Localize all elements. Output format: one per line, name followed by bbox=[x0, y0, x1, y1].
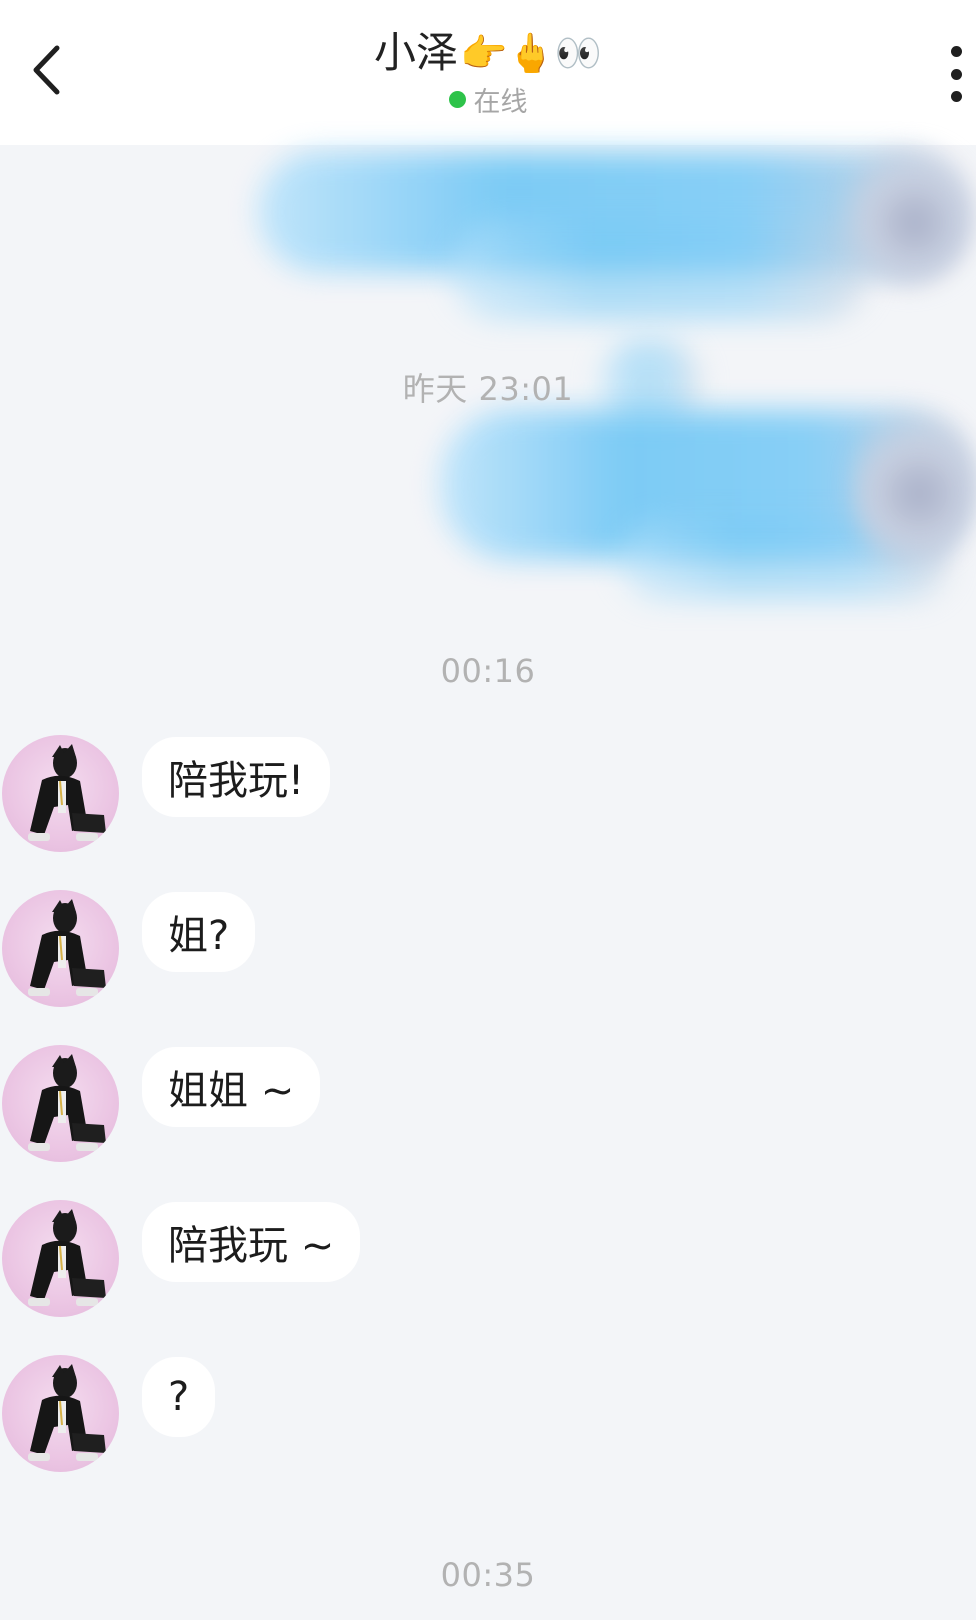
message-bubble[interactable]: 姐? bbox=[142, 892, 256, 972]
timestamp-0016: 00:16 bbox=[440, 652, 536, 690]
title-area: 小泽 👉🖕👀 在线 bbox=[0, 22, 976, 119]
dot bbox=[950, 68, 962, 80]
message-bubble[interactable]: 陪我玩! bbox=[142, 737, 331, 817]
online-dot-icon bbox=[448, 91, 466, 108]
avatar-image bbox=[28, 1364, 106, 1461]
message-bubble[interactable]: 姐姐 ~ bbox=[142, 1047, 321, 1127]
timestamp-0035: 00:35 bbox=[440, 1556, 536, 1594]
chat-header: 小泽 👉🖕👀 在线 bbox=[0, 0, 976, 145]
message-bubble[interactable]: ? bbox=[142, 1357, 216, 1437]
contact-name: 小泽 bbox=[374, 28, 459, 77]
name-emoji-decoration: 👉🖕👀 bbox=[460, 31, 602, 75]
contact-avatar[interactable] bbox=[2, 735, 119, 852]
dot bbox=[950, 91, 962, 102]
contact-avatar[interactable] bbox=[2, 1355, 119, 1472]
message-row: 陪我玩 ~ bbox=[0, 1200, 976, 1320]
contact-name-line[interactable]: 小泽 👉🖕👀 bbox=[374, 22, 602, 84]
avatar-image bbox=[28, 1209, 106, 1306]
more-options-button[interactable] bbox=[936, 44, 976, 104]
avatar-image bbox=[28, 744, 106, 841]
contact-avatar[interactable] bbox=[2, 1200, 119, 1317]
avatar-image bbox=[28, 1054, 106, 1151]
message-bubble[interactable]: 陪我玩 ~ bbox=[142, 1202, 361, 1282]
message-row: 陪我玩! bbox=[0, 735, 976, 855]
vertical-dots-icon bbox=[950, 46, 962, 57]
timestamp-yesterday: 昨天 23:01 bbox=[402, 370, 574, 408]
online-status: 在线 bbox=[0, 80, 976, 119]
contact-avatar[interactable] bbox=[2, 1045, 119, 1162]
contact-avatar[interactable] bbox=[2, 890, 119, 1007]
online-status-label: 在线 bbox=[473, 87, 528, 118]
avatar-image bbox=[28, 899, 106, 996]
message-row: 姐? bbox=[0, 890, 976, 1010]
message-row: 姐姐 ~ bbox=[0, 1045, 976, 1165]
message-row: ? bbox=[0, 1355, 976, 1475]
